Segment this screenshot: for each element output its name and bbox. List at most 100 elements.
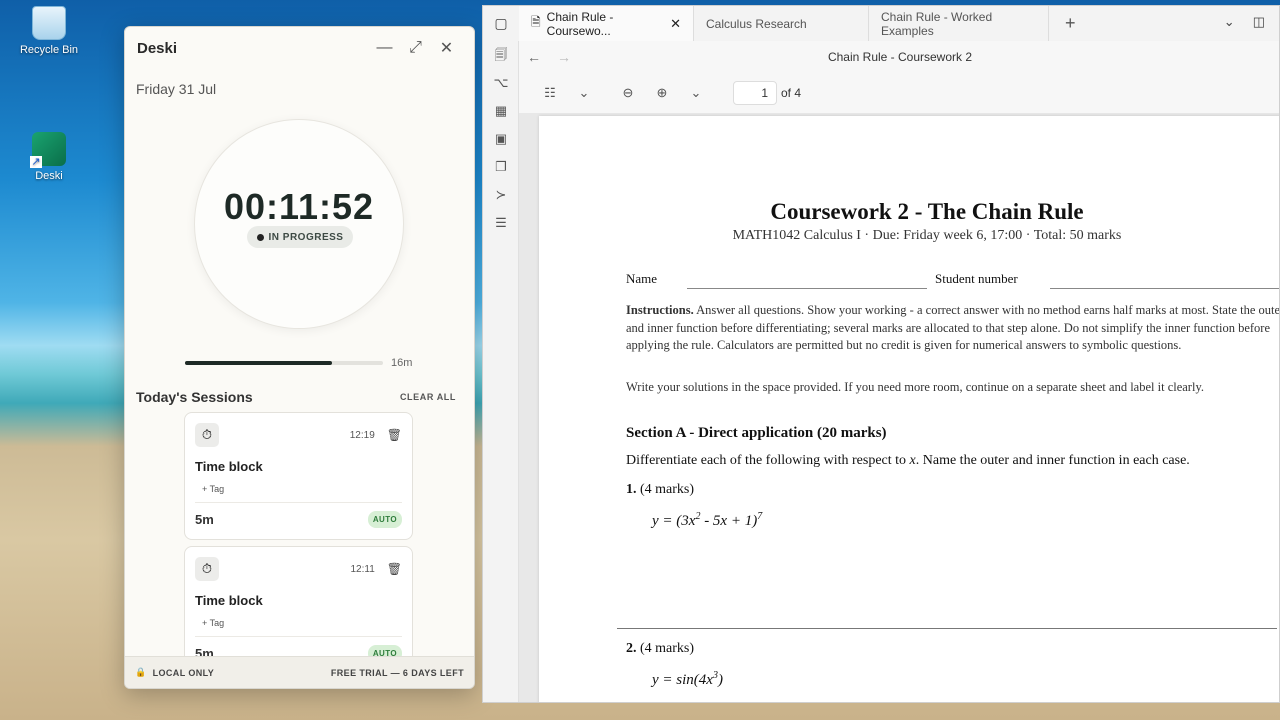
progress-label: 16m xyxy=(391,357,413,369)
chevron-down-icon[interactable]: ⌄ xyxy=(567,85,601,101)
session-time: 12:11 xyxy=(350,563,375,575)
trial-status[interactable]: FREE TRIAL — 6 DAYS LEFT xyxy=(331,668,464,678)
clear-all-button[interactable]: CLEAR ALL xyxy=(400,392,456,402)
tab-label: Calculus Research xyxy=(706,16,807,31)
name-line xyxy=(687,288,927,289)
tab-label: Chain Rule - Coursewo... xyxy=(546,9,614,38)
forward-arrow-icon[interactable]: → xyxy=(549,49,579,65)
sessions-header: Today's Sessions CLEAR ALL xyxy=(136,389,456,405)
sidebar-toggle-icon[interactable]: ▢ xyxy=(483,15,519,32)
new-tab-icon[interactable]: + xyxy=(1065,13,1076,34)
session-title: Time block xyxy=(195,459,263,474)
question-2-equation: y = sin(4x3) xyxy=(652,670,723,689)
divider xyxy=(195,502,402,503)
name-label: Name xyxy=(626,271,658,286)
q2-eq-b: ) xyxy=(717,672,723,688)
session-time: 12:19 xyxy=(349,429,375,441)
split-view-icon[interactable]: ◫ xyxy=(1253,14,1265,30)
close-icon[interactable]: ✕ xyxy=(431,33,462,64)
expand-icon[interactable]: ⤢ xyxy=(400,33,431,64)
grid-icon[interactable]: ▦ xyxy=(483,97,519,125)
copy-icon[interactable]: ❐ xyxy=(483,153,519,181)
page-total: of 4 xyxy=(781,86,802,100)
q2-marks: (4 marks) xyxy=(636,641,695,656)
status-label: IN PROGRESS xyxy=(268,231,344,243)
chevron-down-icon[interactable]: ⌄ xyxy=(679,85,713,101)
calendar-icon[interactable]: ▣ xyxy=(483,125,519,153)
tab-chain-rule-coursework[interactable]: 🗎 Chain Rule - Coursewo... ✕ xyxy=(519,6,694,41)
browser-window: ▢ 🗎 Chain Rule - Coursewo... ✕ Calculus … xyxy=(482,5,1280,703)
file-search-icon[interactable]: 🗐 xyxy=(483,41,519,69)
q1-eq-a: y = (3x xyxy=(652,513,696,529)
divider xyxy=(195,636,402,637)
deski-title: Deski xyxy=(137,39,178,57)
deski-app-icon xyxy=(30,132,66,168)
session-card[interactable]: ⏱ 12:19 🗑 Time block + Tag 5m AUTO xyxy=(184,412,413,540)
trash-icon[interactable]: 🗑 xyxy=(387,428,402,442)
question-1: 1. (4 marks) xyxy=(626,482,694,498)
deski-titlebar: Deski — ⤢ ✕ xyxy=(125,27,474,69)
q1-eq-exp2: 7 xyxy=(757,511,763,522)
instructions-text: Answer all questions. Show your working … xyxy=(626,303,1280,353)
desc-post: . Name the outer and inner function in e… xyxy=(915,453,1190,468)
section-a-description: Differentiate each of the following with… xyxy=(626,453,1190,469)
zoom-out-icon[interactable]: ⊖ xyxy=(611,85,645,101)
q2-eq-a: y = sin(4x xyxy=(652,672,713,688)
student-number-label: Student number xyxy=(935,271,1018,286)
auto-badge: AUTO xyxy=(367,511,402,528)
page-number-input[interactable]: 1 xyxy=(733,81,777,105)
student-number-line xyxy=(1050,288,1279,289)
add-tag-button[interactable]: + Tag xyxy=(202,618,402,628)
document-icon: 🗎 xyxy=(531,15,541,29)
tab-label: Chain Rule - Worked Examples xyxy=(881,9,993,38)
instructions-lead: Instructions. xyxy=(626,303,694,317)
chevron-down-icon[interactable]: ⌄ xyxy=(1224,14,1235,30)
answer-divider xyxy=(617,628,1277,629)
timer-dial: 00:11:52 IN PROGRESS xyxy=(194,119,404,329)
session-duration: 5m xyxy=(195,512,214,527)
outline-icon[interactable]: ☷ xyxy=(533,85,567,101)
pdf-page: Coursework 2 - The Chain Rule MATH1042 C… xyxy=(539,116,1280,702)
instructions-continued: Write your solutions in the space provid… xyxy=(626,380,1205,394)
tab-calculus-research[interactable]: Calculus Research xyxy=(694,6,869,41)
document-subheading: MATH1042 Calculus I · Due: Friday week 6… xyxy=(732,228,1122,243)
trash-icon[interactable]: 🗑 xyxy=(387,562,402,576)
q1-marks: (4 marks) xyxy=(636,482,695,497)
session-title: Time block xyxy=(195,593,263,608)
section-a-heading: Section A - Direct application (20 marks… xyxy=(626,425,887,441)
lock-icon: 🔒 xyxy=(135,667,147,677)
sessions-title: Today's Sessions xyxy=(136,389,253,405)
session-progress-bar xyxy=(185,361,383,365)
document-heading: Coursework 2 - The Chain Rule xyxy=(770,199,1084,224)
desc-pre: Differentiate each of the following with… xyxy=(626,453,910,468)
session-card[interactable]: ⏱ 12:11 🗑 Time block + Tag 5m AUTO xyxy=(184,546,413,674)
question-2: 2. (4 marks) xyxy=(626,641,694,657)
recycle-bin-icon xyxy=(32,6,66,40)
tab-bar: ▢ 🗎 Chain Rule - Coursewo... ✕ Calculus … xyxy=(483,6,1279,41)
instructions: Instructions. Answer all questions. Show… xyxy=(626,302,1280,355)
back-arrow-icon[interactable]: ← xyxy=(519,49,549,65)
status-dot-icon xyxy=(256,233,264,241)
current-date: Friday 31 Jul xyxy=(136,81,217,97)
pdf-toolbar: ☷ ⌄ ⊖ ⊕ ⌄ 1 of 4 xyxy=(519,73,1279,113)
deski-window: Deski — ⤢ ✕ Friday 31 Jul 00:11:52 IN PR… xyxy=(124,26,475,689)
checklist-icon[interactable]: ☰ xyxy=(483,209,519,237)
zoom-in-icon[interactable]: ⊕ xyxy=(645,85,679,101)
progress-fill xyxy=(185,361,332,365)
add-tag-button[interactable]: + Tag xyxy=(202,484,402,494)
deski-desktop-icon[interactable]: Deski xyxy=(18,132,80,182)
status-badge[interactable]: IN PROGRESS xyxy=(247,226,353,248)
terminal-icon[interactable]: ≻ xyxy=(483,181,519,209)
pdf-viewport[interactable]: Coursework 2 - The Chain Rule MATH1042 C… xyxy=(519,113,1280,702)
question-1-equation: y = (3x2 - 5x + 1)7 xyxy=(652,511,762,530)
graph-icon[interactable]: ⌥ xyxy=(483,69,519,97)
q2-number: 2. xyxy=(626,641,637,656)
recycle-bin-desktop-icon[interactable]: Recycle Bin xyxy=(18,6,80,56)
recycle-bin-label: Recycle Bin xyxy=(19,44,79,56)
close-tab-icon[interactable]: ✕ xyxy=(670,16,681,32)
tab-chain-rule-worked-examples[interactable]: Chain Rule - Worked Examples xyxy=(869,6,1049,41)
q1-number: 1. xyxy=(626,482,637,497)
document-title: Chain Rule - Coursework 2 xyxy=(827,50,973,64)
stopwatch-icon: ⏱ xyxy=(195,423,219,447)
minimize-icon[interactable]: — xyxy=(369,33,400,64)
